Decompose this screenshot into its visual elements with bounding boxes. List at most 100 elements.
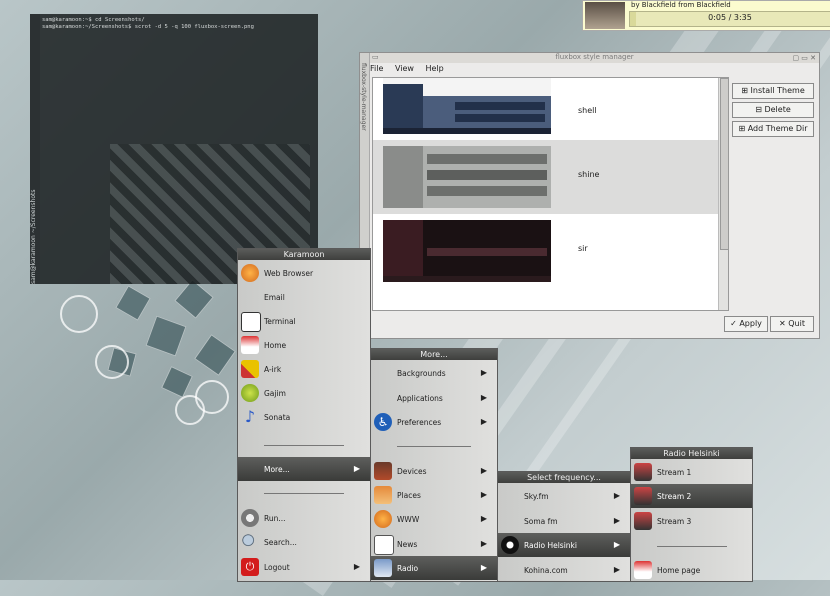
main-menu[interactable]: Karamoon Web Browser Email Terminal Home… <box>237 248 371 582</box>
frequency-submenu-title: Select frequency... <box>498 472 630 483</box>
menu-item-a-irk[interactable]: A-irk <box>238 357 370 381</box>
menu-item-preferences[interactable]: ♿ Preferences ▶ <box>371 410 497 434</box>
quit-button[interactable]: ✕ Quit <box>770 316 814 332</box>
window-title: fluxbox style manager <box>370 53 819 63</box>
more-submenu-title: More... <box>371 349 497 360</box>
web-icon <box>374 510 392 528</box>
scrollbar-thumb[interactable] <box>720 78 728 250</box>
news-icon <box>374 535 394 555</box>
radio-helsinki-submenu[interactable]: Radio Helsinki Stream 1 Stream 2 Stream … <box>630 447 753 582</box>
menu-file[interactable]: File <box>370 64 383 73</box>
menu-item-www[interactable]: WWW ▶ <box>371 507 497 531</box>
menu-item-label: Preferences <box>397 418 442 427</box>
window-side-label: fluxbox-style-manager <box>360 63 367 131</box>
menu-separator <box>397 446 471 447</box>
menu-item-web-browser[interactable]: Web Browser <box>238 261 370 285</box>
menu-item-kohina[interactable]: Kohina.com ▶ <box>498 558 630 582</box>
menu-item-label: Stream 2 <box>657 492 692 501</box>
menu-item-soma-fm[interactable]: Soma fm ▶ <box>498 509 630 533</box>
menu-item-stream-3[interactable]: Stream 3 <box>631 509 752 533</box>
track-time: 0:05 / 3:35 <box>708 13 752 22</box>
frequency-submenu[interactable]: Select frequency... Sky.fm ▶ Soma fm ▶ Rad… <box>497 471 631 582</box>
window-controls[interactable]: ▢ ▭ ✕ <box>792 54 816 62</box>
submenu-arrow-icon: ▶ <box>480 539 487 548</box>
menu-item-label: A-irk <box>264 365 282 374</box>
menu-item-home-page[interactable]: Home page <box>631 558 752 582</box>
menu-item-run[interactable]: Run... <box>238 506 370 530</box>
menu-item-backgrounds[interactable]: Backgrounds ▶ <box>371 361 497 385</box>
style-row-selected[interactable]: shine <box>373 140 718 214</box>
menu-item-label: Radio Helsinki <box>524 541 577 550</box>
accessibility-icon: ♿ <box>374 413 392 431</box>
menu-item-label: More... <box>264 465 290 474</box>
install-theme-button[interactable]: ⊞ Install Theme <box>732 83 814 99</box>
style-name: sir <box>578 244 588 253</box>
menu-item-sonata[interactable]: ♪ Sonata <box>238 405 370 429</box>
menu-item-label: Radio <box>397 564 419 573</box>
menu-item-label: Search... <box>264 538 297 547</box>
more-submenu[interactable]: More... Backgrounds ▶ Applications ▶ ♿ Pref… <box>370 348 498 582</box>
music-note-icon: ♪ <box>244 407 256 426</box>
submenu-arrow-icon: ▶ <box>613 491 620 500</box>
style-preview-thumbnail <box>383 146 551 208</box>
submenu-arrow-icon: ▶ <box>480 368 487 377</box>
submenu-arrow-icon: ▶ <box>480 393 487 402</box>
menu-view[interactable]: View <box>395 64 414 73</box>
menu-item-stream-1[interactable]: Stream 1 <box>631 460 752 484</box>
menu-item-home[interactable]: Home <box>238 333 370 357</box>
style-list-scrollbar[interactable] <box>718 78 728 310</box>
style-preview-thumbnail <box>383 78 551 134</box>
menu-item-terminal[interactable]: Terminal <box>238 309 370 333</box>
menu-item-label: Web Browser <box>264 269 314 278</box>
menu-item-label: Terminal <box>264 317 296 326</box>
terminal-window[interactable]: sam@karamoon ~/Screenshots sam@karamoon:… <box>30 14 318 284</box>
menu-help[interactable]: Help <box>425 64 443 73</box>
menu-item-label: Sonata <box>264 413 291 422</box>
menu-item-more[interactable]: More... ▶ <box>238 457 370 481</box>
menu-item-search[interactable]: Search... <box>238 530 370 554</box>
style-list[interactable]: shell shine sir <box>372 77 729 311</box>
add-dir-icon: ⊞ <box>738 124 748 133</box>
music-player[interactable]: by Blackfield from Blackfield 0:05 / 3:3… <box>582 0 830 31</box>
radio-station-icon <box>501 536 519 554</box>
menu-item-news[interactable]: News ▶ <box>371 532 497 556</box>
submenu-arrow-icon: ▶ <box>480 563 487 572</box>
apply-button[interactable]: ✓ Apply <box>724 316 768 332</box>
apply-label: Apply <box>739 319 762 328</box>
submenu-arrow-icon: ▶ <box>353 464 360 473</box>
menu-item-sky-fm[interactable]: Sky.fm ▶ <box>498 484 630 508</box>
irc-icon <box>241 360 259 378</box>
menu-item-places[interactable]: Places ▶ <box>371 483 497 507</box>
menu-item-applications[interactable]: Applications ▶ <box>371 386 497 410</box>
style-row[interactable]: sir <box>373 214 718 288</box>
menu-item-label: Soma fm <box>524 517 558 526</box>
menu-item-label: Home page <box>657 566 701 575</box>
add-theme-dir-button[interactable]: ⊞ Add Theme Dir <box>732 121 814 137</box>
delete-button[interactable]: ⊟ Delete <box>732 102 814 118</box>
quit-label: Quit <box>788 319 805 328</box>
menu-item-gajim[interactable]: Gajim <box>238 381 370 405</box>
menu-item-label: Places <box>397 491 421 500</box>
submenu-arrow-icon: ▶ <box>480 466 487 475</box>
window-menu-icon[interactable]: ▭ <box>372 53 379 61</box>
menu-item-logout[interactable]: ⏻ Logout ▶ <box>238 555 370 579</box>
menu-item-devices[interactable]: Devices ▶ <box>371 459 497 483</box>
style-row[interactable]: shell <box>373 78 718 140</box>
menu-item-label: Stream 3 <box>657 517 692 526</box>
menu-item-radio-helsinki[interactable]: Radio Helsinki ▶ <box>498 533 630 557</box>
menu-item-email[interactable]: Email <box>238 285 370 309</box>
install-icon: ⊞ <box>741 86 751 95</box>
track-artist: by Blackfield from Blackfield <box>631 1 731 9</box>
menu-item-label: Sky.fm <box>524 492 549 501</box>
home-icon <box>241 336 259 354</box>
menu-item-stream-2[interactable]: Stream 2 <box>631 484 752 508</box>
radio-helsinki-submenu-title: Radio Helsinki <box>631 448 752 459</box>
menu-item-label: Home <box>264 341 287 350</box>
menu-item-radio[interactable]: Radio ▶ <box>371 556 497 580</box>
delete-label: Delete <box>764 105 791 114</box>
stream-icon <box>634 487 652 505</box>
menu-separator <box>657 546 727 547</box>
style-manager-window[interactable]: fluxbox-style-manager fluxbox style mana… <box>359 52 820 339</box>
track-progress-bar[interactable]: 0:05 / 3:35 <box>629 11 830 27</box>
quit-icon: ✕ <box>779 319 789 328</box>
